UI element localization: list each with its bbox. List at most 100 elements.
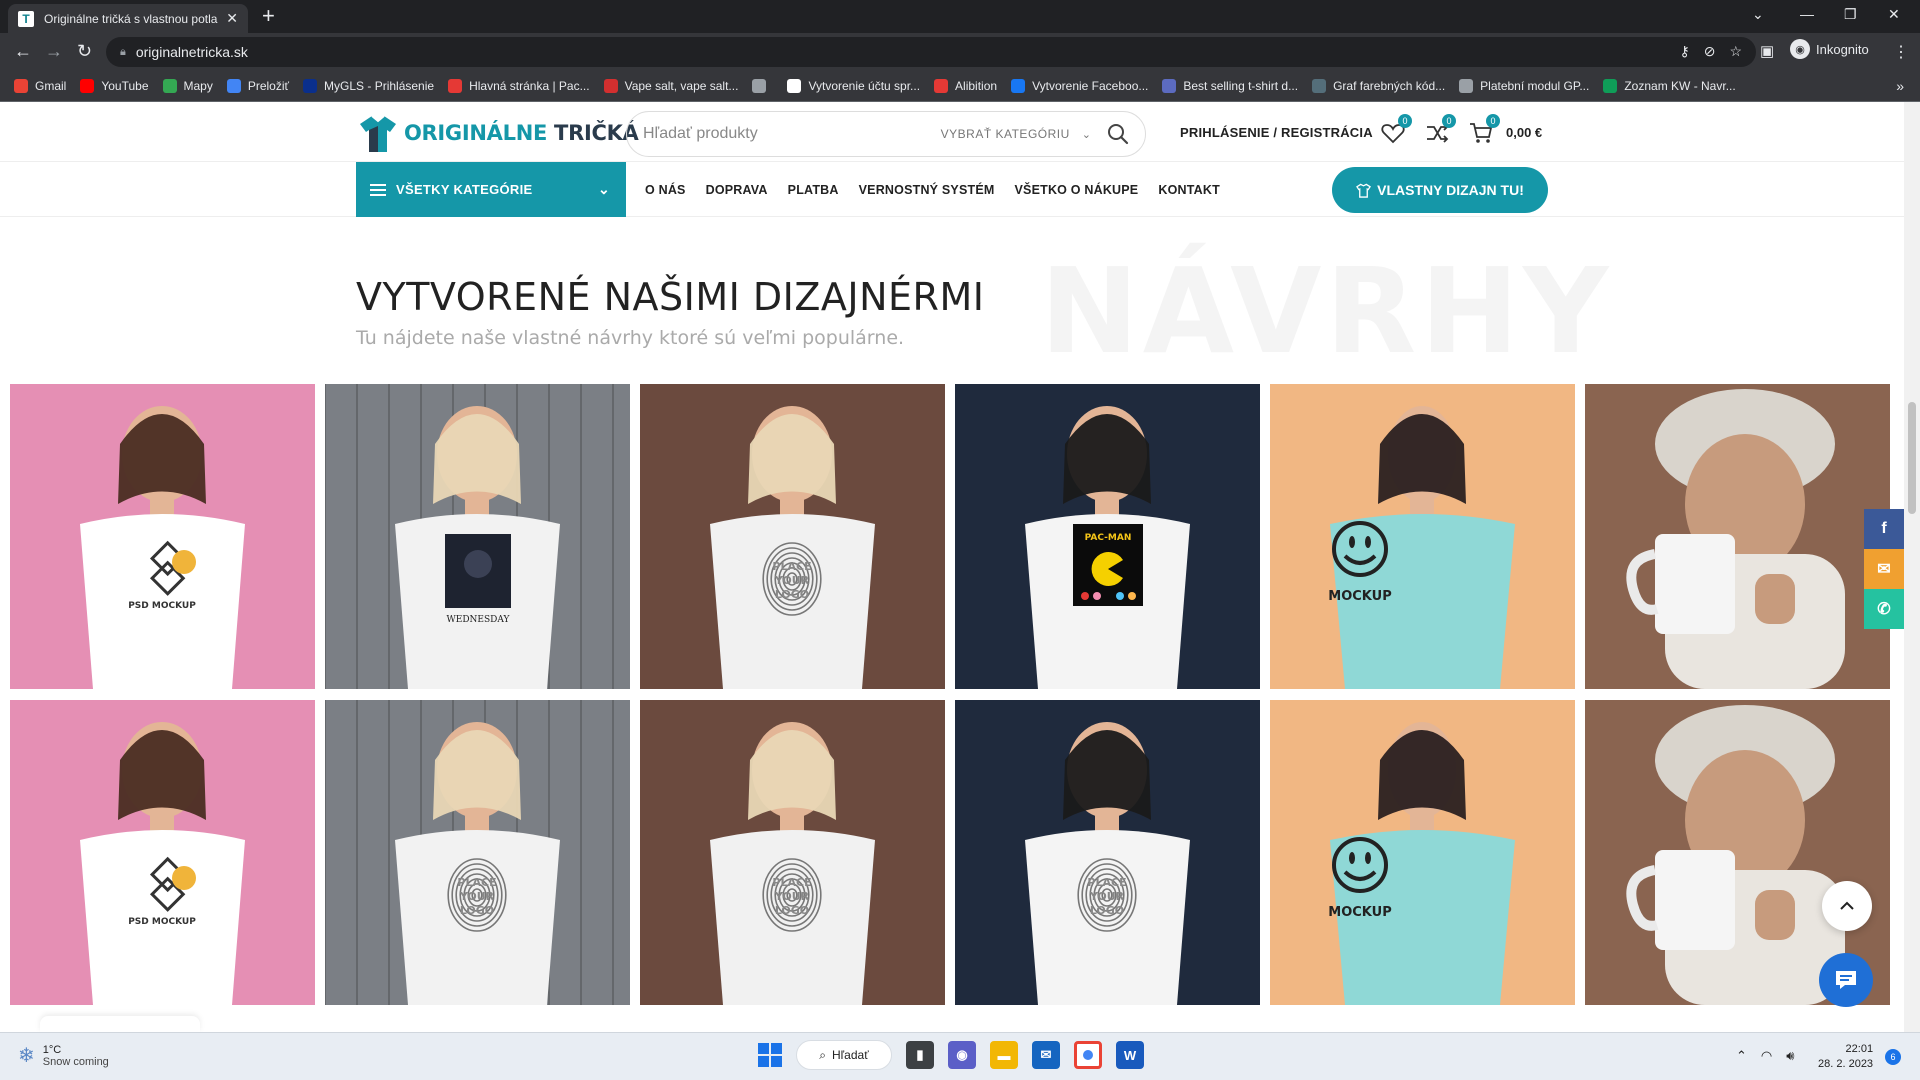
scrollbar-thumb[interactable]	[1908, 402, 1916, 514]
product-card[interactable]: PLACE YOUR LOGO	[955, 700, 1260, 1005]
clock-time: 22:01	[1845, 1043, 1874, 1055]
back-button[interactable]: ←	[14, 42, 32, 60]
mail-icon[interactable]: ✉	[1032, 1041, 1060, 1069]
bookmark-item[interactable]: Graf farebných kód...	[1312, 79, 1445, 93]
start-button[interactable]	[758, 1043, 782, 1067]
wishlist-button[interactable]: 0	[1380, 114, 1412, 146]
facebook-share-button[interactable]: f	[1864, 509, 1904, 549]
category-select[interactable]: VYBRAŤ KATEGÓRIU	[941, 127, 1070, 141]
system-clock[interactable]: 22:01 28. 2. 2023	[1818, 1042, 1873, 1072]
product-image: MOCKUP	[1270, 384, 1575, 689]
facebook-icon: f	[1881, 520, 1887, 537]
bookmark-item[interactable]: Preložiť	[226, 79, 289, 93]
restore-button[interactable]: ❐	[1844, 6, 1857, 23]
product-card[interactable]: WEDNESDAY	[325, 384, 630, 689]
cart-button[interactable]: 0	[1468, 114, 1500, 146]
all-categories-button[interactable]: VŠETKY KATEGÓRIE ⌄	[356, 162, 626, 217]
tab-search-icon[interactable]: ⌄	[1752, 6, 1764, 23]
tab-title: Originálne tričká s vlastnou potla	[44, 11, 218, 26]
whatsapp-icon: ✆	[1877, 601, 1891, 618]
bookmark-favicon-icon	[1312, 79, 1327, 93]
menu-item[interactable]: KONTAKT	[1158, 183, 1220, 197]
product-card[interactable]	[1585, 384, 1890, 689]
bookmark-item[interactable]: Gmail	[14, 79, 66, 93]
notification-badge[interactable]: 6	[1885, 1049, 1901, 1065]
wifi-icon[interactable]: ◠	[1761, 1048, 1772, 1064]
bookmark-item[interactable]: Alibition	[934, 79, 997, 93]
product-card[interactable]: PLACE YOUR LOGO	[640, 700, 945, 1005]
email-share-button[interactable]: ✉	[1864, 549, 1904, 589]
cookie-widget[interactable]	[40, 1016, 200, 1032]
product-card[interactable]: PSD MOCKUP	[10, 384, 315, 689]
scroll-to-top-button[interactable]	[1822, 881, 1872, 931]
task-view-icon[interactable]: ▮	[906, 1041, 934, 1069]
menu-item[interactable]: VŠETKO O NÁKUPE	[1015, 183, 1139, 197]
bookmark-label: Zoznam KW - Navr...	[1624, 79, 1736, 93]
bookmark-item[interactable]	[752, 79, 773, 93]
main-navigation: VŠETKY KATEGÓRIE ⌄ O NÁS DOPRAVA PLATBA VER…	[0, 162, 1904, 217]
bookmark-label: MyGLS - Prihlásenie	[324, 79, 435, 93]
whatsapp-share-button[interactable]: ✆	[1864, 589, 1904, 629]
bookmark-favicon-icon	[1603, 79, 1618, 93]
bookmark-item[interactable]: Platební modul GP...	[1459, 79, 1589, 93]
new-tab-button[interactable]: +	[262, 5, 275, 27]
bookmark-item[interactable]: Zoznam KW - Navr...	[1603, 79, 1736, 93]
browser-tab[interactable]: T Originálne tričká s vlastnou potla ✕	[8, 4, 248, 33]
page-scrollbar[interactable]	[1904, 102, 1920, 1032]
product-card[interactable]: PLACE YOUR LOGO	[325, 700, 630, 1005]
svg-text:PLACE: PLACE	[772, 560, 811, 573]
product-card[interactable]: PLACE YOUR LOGO	[640, 384, 945, 689]
browser-tab-bar: T Originálne tričká s vlastnou potla ✕ +…	[0, 0, 1920, 33]
product-card[interactable]: PSD MOCKUP	[10, 700, 315, 1005]
search-icon[interactable]	[1107, 123, 1129, 145]
chat-button[interactable]	[1819, 953, 1873, 1007]
close-window-button[interactable]: ✕	[1888, 6, 1900, 23]
bookmark-item[interactable]: Best selling t-shirt d...	[1162, 79, 1298, 93]
bookmark-favicon-icon	[162, 79, 177, 93]
compare-button[interactable]: 0	[1424, 114, 1456, 146]
word-icon[interactable]: W	[1116, 1041, 1144, 1069]
weather-widget[interactable]: ❄ 1°C Snow coming	[18, 1043, 109, 1068]
bookmark-item[interactable]: Vytvorenie účtu spr...	[787, 79, 920, 93]
menu-item[interactable]: O NÁS	[645, 183, 686, 197]
bookmark-item[interactable]: Mapy	[162, 79, 213, 93]
bookmark-favicon-icon	[787, 79, 802, 93]
browser-menu-icon[interactable]: ⋮	[1893, 42, 1909, 62]
file-explorer-icon[interactable]: ▬	[990, 1041, 1018, 1069]
site-logo[interactable]: ORIGINÁLNE TRIČKÁ	[356, 112, 639, 154]
lock-icon[interactable]: 🔒︎	[120, 46, 126, 59]
chrome-icon[interactable]	[1074, 1041, 1102, 1069]
product-card[interactable]: MOCKUP	[1270, 700, 1575, 1005]
search-input[interactable]	[627, 125, 927, 143]
minimize-button[interactable]: —	[1800, 6, 1814, 22]
volume-icon[interactable]: 🔊︎	[1786, 1048, 1794, 1064]
taskbar-search[interactable]: ⌕ Hľadať	[796, 1040, 892, 1070]
bookmark-label: Vytvorenie Faceboo...	[1032, 79, 1149, 93]
bookmark-star-icon[interactable]: ☆	[1729, 43, 1742, 60]
close-tab-icon[interactable]: ✕	[226, 10, 238, 27]
bookmark-item[interactable]: YouTube	[80, 79, 149, 93]
product-card[interactable]: PAC-MAN	[955, 384, 1260, 689]
menu-item[interactable]: DOPRAVA	[706, 183, 768, 197]
side-panel-icon[interactable]: ▣	[1760, 43, 1774, 61]
bookmark-item[interactable]: MyGLS - Prihlásenie	[303, 79, 434, 93]
incognito-profile[interactable]: ◉ Inkognito	[1790, 39, 1869, 59]
reload-button[interactable]: ↻	[77, 42, 92, 60]
more-bookmarks-icon[interactable]: »	[1896, 78, 1904, 94]
custom-design-button[interactable]: VLASTNY DIZAJN TU!	[1332, 167, 1548, 213]
bookmark-favicon-icon	[752, 79, 767, 93]
cart-total[interactable]: 0,00 €	[1506, 125, 1542, 140]
bookmark-item[interactable]: Vytvorenie Faceboo...	[1011, 79, 1148, 93]
product-card[interactable]: MOCKUP	[1270, 384, 1575, 689]
menu-item[interactable]: VERNOSTNÝ SYSTÉM	[859, 183, 995, 197]
bookmark-item[interactable]: Hlavná stránka | Pac...	[448, 79, 590, 93]
login-register-link[interactable]: PRIHLÁSENIE / REGISTRÁCIA	[1180, 125, 1373, 140]
tracking-protection-icon[interactable]: ⊘	[1704, 43, 1716, 60]
forward-button[interactable]: →	[45, 42, 63, 60]
tray-overflow-icon[interactable]: ⌃	[1736, 1048, 1747, 1064]
key-icon[interactable]: ⚷	[1679, 43, 1689, 60]
menu-item[interactable]: PLATBA	[788, 183, 839, 197]
bookmark-item[interactable]: Vape salt, vape salt...	[603, 79, 738, 93]
address-bar[interactable]: 🔒︎ originalnetricka.sk ⚷ ⊘ ☆	[106, 37, 1756, 67]
teams-chat-icon[interactable]: ◉	[948, 1041, 976, 1069]
